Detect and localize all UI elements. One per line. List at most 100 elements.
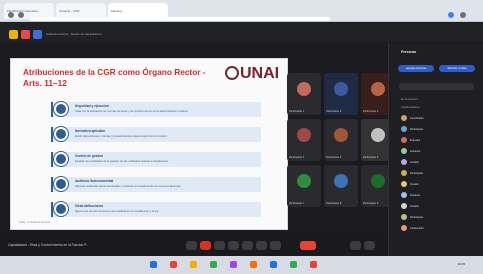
participant-name: Participante: [410, 216, 424, 219]
more-options-button[interactable]: [270, 241, 281, 250]
folder-icon[interactable]: [190, 261, 197, 268]
participant-name: Participante 2: [326, 110, 342, 113]
avatar: [401, 203, 407, 209]
present-button[interactable]: [242, 241, 253, 250]
app-icon[interactable]: [210, 261, 217, 268]
participant-row[interactable]: Colaborador: [401, 225, 471, 233]
participant-name: Invitado: [410, 205, 419, 208]
item-icon: [54, 202, 68, 216]
app-icon[interactable]: [290, 261, 297, 268]
shared-slide: Atribuciones de la CGR como Órgano Recto…: [10, 58, 288, 230]
app-icon-blue[interactable]: [33, 30, 42, 39]
participants-panel: Personas Agregar personas Silenciar a to…: [388, 43, 483, 256]
unai-logo: UNAI: [225, 65, 283, 83]
start-icon[interactable]: [150, 261, 157, 268]
participant-row[interactable]: Expositor: [401, 137, 471, 145]
participant-name: Colaborador: [410, 227, 424, 230]
participant-name: Asistente: [410, 150, 421, 153]
taskbar: 10:45: [0, 256, 483, 274]
participant-row[interactable]: Invitado: [401, 159, 471, 167]
avatar: [401, 181, 407, 187]
participant-row[interactable]: Asistente: [401, 148, 471, 156]
camera-button[interactable]: [200, 241, 211, 250]
avatar: [334, 82, 348, 96]
participant-name: Expositor: [410, 139, 421, 142]
menu-icon[interactable]: [460, 12, 466, 18]
participant-tile[interactable]: Participante 5: [324, 119, 358, 161]
participant-grid: Participante 1 Participante 2 Participan…: [287, 73, 400, 223]
app-icon-yellow[interactable]: [9, 30, 18, 39]
address-bar[interactable]: [30, 17, 330, 21]
meeting-header-title: Auditoria Interna - Sesion de capacitaci…: [46, 32, 102, 36]
avatar: [297, 82, 311, 96]
item-icon: [54, 102, 68, 116]
participant-name: Participante 6: [363, 156, 379, 159]
participant-row[interactable]: Asistente: [401, 192, 471, 200]
mute-all-button[interactable]: Silenciar a todos: [439, 65, 475, 72]
participant-name: Participante 9: [363, 202, 379, 205]
participant-name: Coordinador: [410, 117, 424, 120]
participant-row[interactable]: Coordinador: [401, 115, 471, 123]
profile-icon[interactable]: [448, 12, 454, 18]
participant-tile[interactable]: Participante 7: [287, 165, 321, 207]
avatar: [371, 128, 385, 142]
item-desc: Emitir disposiciones, normas y procedimi…: [75, 134, 168, 138]
item-icon: [54, 177, 68, 191]
logo-text: UNAI: [240, 65, 280, 82]
participant-tile[interactable]: Participante 2: [324, 73, 358, 115]
meeting-title: Capacitacion - Etica y Control Interno e…: [8, 243, 89, 247]
item-desc: Velar por la aplicacion de normas tecnic…: [75, 109, 189, 113]
app-icon[interactable]: [250, 261, 257, 268]
participant-row[interactable]: Participante: [401, 214, 471, 222]
attribution-item: Seguridad y ejecucion Velar por la aplic…: [51, 102, 261, 117]
raise-hand-button[interactable]: [256, 241, 267, 250]
app-icon[interactable]: [310, 261, 317, 268]
info-button[interactable]: [350, 241, 361, 250]
avatar: [401, 148, 407, 154]
search-input[interactable]: [399, 83, 474, 90]
item-title: Otras atribuciones: [75, 204, 104, 208]
section-label: En la reunion: [401, 97, 418, 101]
item-desc: Efectuar auditorias gubernamentales y ve…: [75, 184, 182, 188]
meeting-control-bar: Capacitacion - Etica y Control Interno e…: [0, 235, 388, 256]
people-button[interactable]: [364, 241, 375, 250]
item-icon: [54, 152, 68, 166]
add-people-button[interactable]: Agregar personas: [398, 65, 434, 72]
attribution-item: Normativa aplicable Emitir disposiciones…: [51, 127, 261, 142]
avatar: [334, 174, 348, 188]
reaction-button[interactable]: [228, 241, 239, 250]
avatar: [401, 126, 407, 132]
participant-name: Participante 3: [363, 110, 379, 113]
mic-button[interactable]: [186, 241, 197, 250]
attribution-item: Otras atribuciones Ejercer las demas fun…: [51, 202, 261, 217]
avatar: [401, 214, 407, 220]
attribution-item: Control de gestion Evaluar los resultado…: [51, 152, 261, 167]
back-icon[interactable]: [8, 12, 14, 18]
captions-button[interactable]: [214, 241, 225, 250]
participant-row[interactable]: Participante: [401, 170, 471, 178]
participant-name: Usuario: [410, 183, 419, 186]
app-icon[interactable]: [230, 261, 237, 268]
avatar: [401, 225, 407, 231]
slide-title: Atribuciones de la CGR como Órgano Recto…: [23, 67, 206, 88]
app-icon[interactable]: [270, 261, 277, 268]
participant-row[interactable]: Participante: [401, 126, 471, 134]
participant-tile[interactable]: Participante 4: [287, 119, 321, 161]
attribution-item: Auditoria Gubernamental Efectuar auditor…: [51, 177, 261, 192]
participant-name: Participante 4: [289, 156, 305, 159]
reload-icon[interactable]: [18, 12, 24, 18]
participant-tile[interactable]: Participante 1: [287, 73, 321, 115]
item-title: Seguridad y ejecucion: [75, 104, 109, 108]
item-desc: Evaluar los resultados de la gestion de …: [75, 159, 169, 163]
participant-row[interactable]: Invitado: [401, 203, 471, 211]
participant-row[interactable]: Usuario: [401, 181, 471, 189]
app-icon-red[interactable]: [21, 30, 30, 39]
item-title: Normativa aplicable: [75, 129, 106, 133]
avatar: [297, 128, 311, 142]
chrome-icon[interactable]: [170, 261, 177, 268]
avatar: [334, 128, 348, 142]
item-title: Auditoria Gubernamental: [75, 179, 114, 183]
leave-call-button[interactable]: [300, 241, 316, 250]
participant-tile[interactable]: Participante 8: [324, 165, 358, 207]
avatar: [401, 170, 407, 176]
